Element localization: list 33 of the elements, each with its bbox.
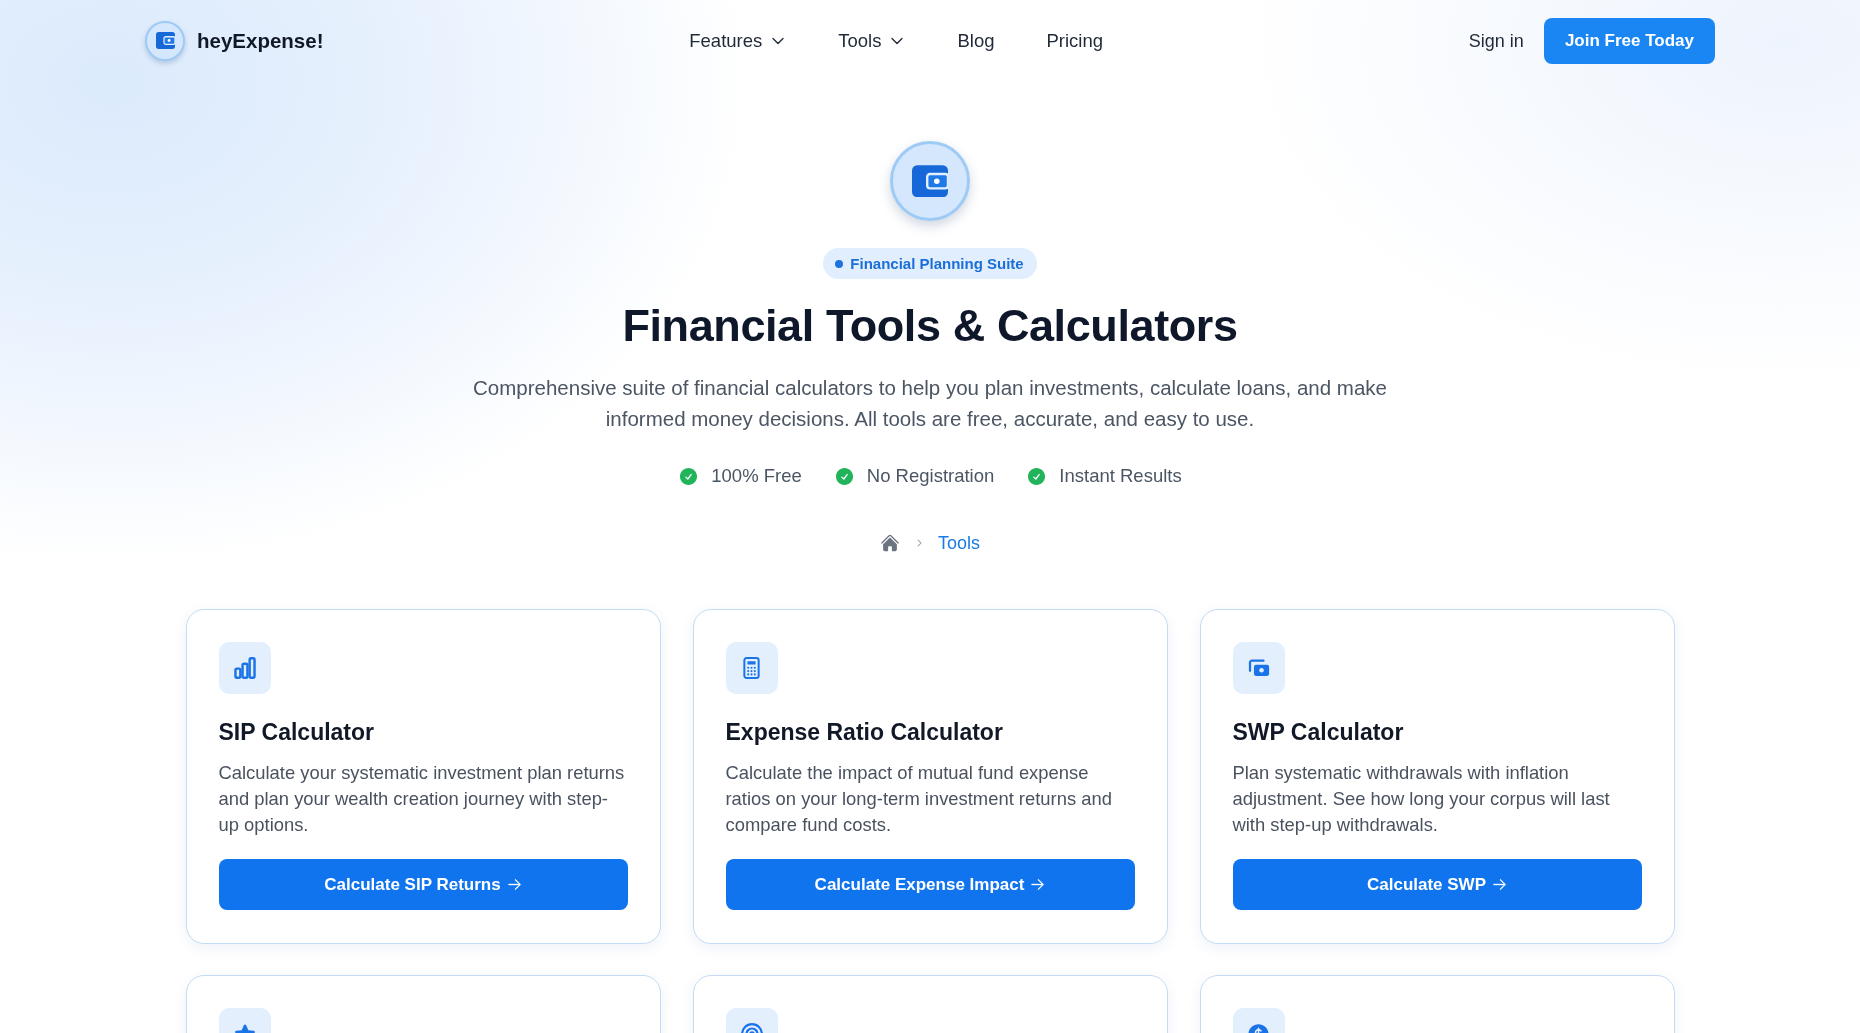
banknotes-icon — [1232, 642, 1285, 694]
arrow-right-icon — [506, 877, 522, 892]
highlight-text: 100% Free — [711, 464, 802, 488]
intro-text: Comprehensive suite of financial calculators to help you plan investments, calculate loans, and make informed money decisions. All tools are free, accurate, and easy to use. — [472, 375, 1388, 432]
bar-chart-icon — [218, 642, 271, 694]
nav-link[interactable]: Pricing — [1046, 30, 1104, 52]
card-description: Calculate your systematic investment plan returns and plan your wealth creation journey with step-up options. — [218, 761, 626, 837]
dot-icon — [835, 259, 844, 268]
wallet-logo-icon — [145, 21, 185, 61]
calculator-icon — [725, 642, 778, 694]
calculate-button[interactable]: Calculate SIP Returns — [218, 859, 628, 910]
highlight-text: No Registration — [866, 464, 995, 488]
badge-text: Financial Planning Suite — [850, 255, 1024, 272]
card-title: SWP Calculator — [1232, 718, 1404, 747]
highlight-text: Instant Results — [1059, 464, 1182, 488]
nav-link[interactable]: Blog — [957, 30, 995, 52]
page-title: Financial Tools & Calculators — [622, 299, 1238, 353]
sign-in-link[interactable]: Sign in — [1468, 30, 1524, 52]
calculate-button[interactable]: Calculate Expense Impact — [725, 859, 1135, 910]
card-description: Calculate the impact of mutual fund expense ratios on your long-term investment returns and compare fund costs. — [725, 761, 1113, 837]
calculate-button[interactable]: Calculate SWP — [1232, 859, 1642, 910]
card-title: Expense Ratio Calculator — [725, 718, 1003, 747]
nav-link[interactable]: Features — [689, 30, 787, 52]
arrow-right-icon — [1492, 877, 1507, 892]
card-title: SIP Calculator — [218, 718, 375, 747]
nav-link[interactable]: Tools — [838, 30, 906, 52]
card-description: Plan systematic withdrawals with inflation adjustment. See how long your corpus will last with step-up withdrawals. — [1232, 761, 1611, 837]
arrow-right-icon — [1030, 877, 1046, 892]
breadcrumb-link[interactable]: Tools — [938, 531, 980, 555]
join-button[interactable]: Join Free Today — [1543, 18, 1715, 64]
wallet-icon — [890, 141, 970, 221]
home-icon[interactable] — [880, 533, 900, 553]
brand-name[interactable]: heyExpense! — [197, 29, 324, 53]
